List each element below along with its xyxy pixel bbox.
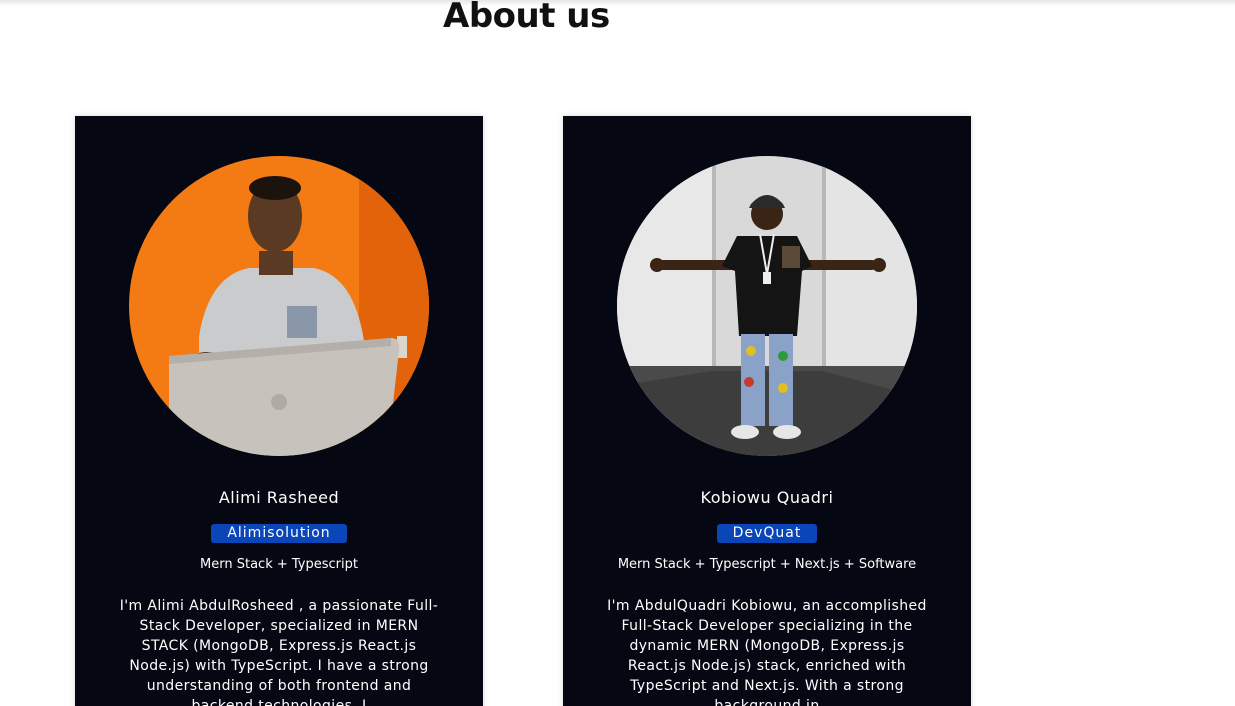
member-bio: I'm Alimi AbdulRosheed , a passionate Fu…: [119, 598, 439, 706]
header-shadow: [0, 0, 1235, 6]
member-photo: [129, 156, 429, 456]
member-badge: DevQuat: [716, 524, 818, 543]
page-title: About us: [443, 0, 610, 36]
member-badge: Alimisolution: [211, 524, 347, 543]
member-name: Kobiowu Quadri: [700, 488, 834, 507]
badge-container: DevQuat: [563, 522, 971, 543]
team-member-card: Kobiowu Quadri DevQuat Mern Stack + Type…: [563, 116, 971, 706]
badge-container: Alimisolution: [75, 522, 483, 543]
member-bio: I'm AbdulQuadri Kobiowu, an accomplished…: [607, 598, 927, 706]
member-photo-image: [129, 156, 429, 456]
member-photo: [617, 156, 917, 456]
team-member-card: Alimi Rasheed Alimisolution Mern Stack +…: [75, 116, 483, 706]
member-stack: Mern Stack + Typescript: [200, 557, 358, 572]
member-stack: Mern Stack + Typescript + Next.js + Soft…: [617, 557, 917, 572]
about-page: About us Alimi Rasheed Alimisolution Mer…: [0, 0, 1235, 706]
member-name: Alimi Rasheed: [218, 488, 340, 507]
member-photo-image: [617, 156, 917, 456]
